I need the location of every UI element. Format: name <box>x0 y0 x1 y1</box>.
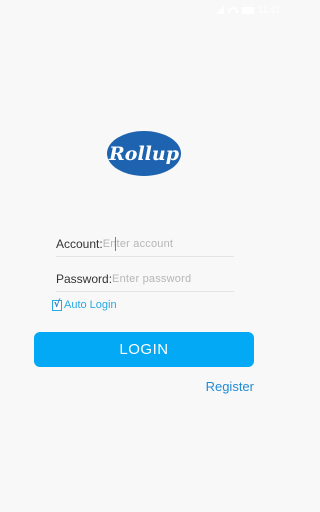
password-input[interactable] <box>112 268 255 289</box>
auto-login-checkbox[interactable]: √ Auto Login <box>52 299 117 311</box>
rollup-logo: Rollup <box>107 131 181 176</box>
wifi-icon <box>228 7 239 13</box>
password-label: Password: <box>56 271 113 286</box>
status-time: 11:47 <box>258 5 280 15</box>
logo-text: Rollup <box>108 143 180 165</box>
signal-icon <box>216 6 225 14</box>
login-button[interactable]: LOGIN <box>34 332 254 367</box>
auto-login-label[interactable]: Auto Login <box>64 299 117 311</box>
login-form: Account: Password: <box>56 231 255 292</box>
battery-icon <box>242 6 255 14</box>
text-cursor <box>115 237 116 251</box>
checkmark-icon: √ <box>53 299 61 310</box>
account-label: Account: <box>56 236 103 251</box>
account-input[interactable] <box>102 233 245 254</box>
status-bar: 11:47 <box>0 0 288 20</box>
register-link[interactable]: Register <box>206 379 254 394</box>
account-row: Account: <box>56 231 245 257</box>
login-screen: 11:47 Rollup Account: Password: √ Auto L… <box>0 0 288 512</box>
checkbox-box[interactable]: √ <box>52 299 62 311</box>
password-row: Password: <box>56 266 255 292</box>
